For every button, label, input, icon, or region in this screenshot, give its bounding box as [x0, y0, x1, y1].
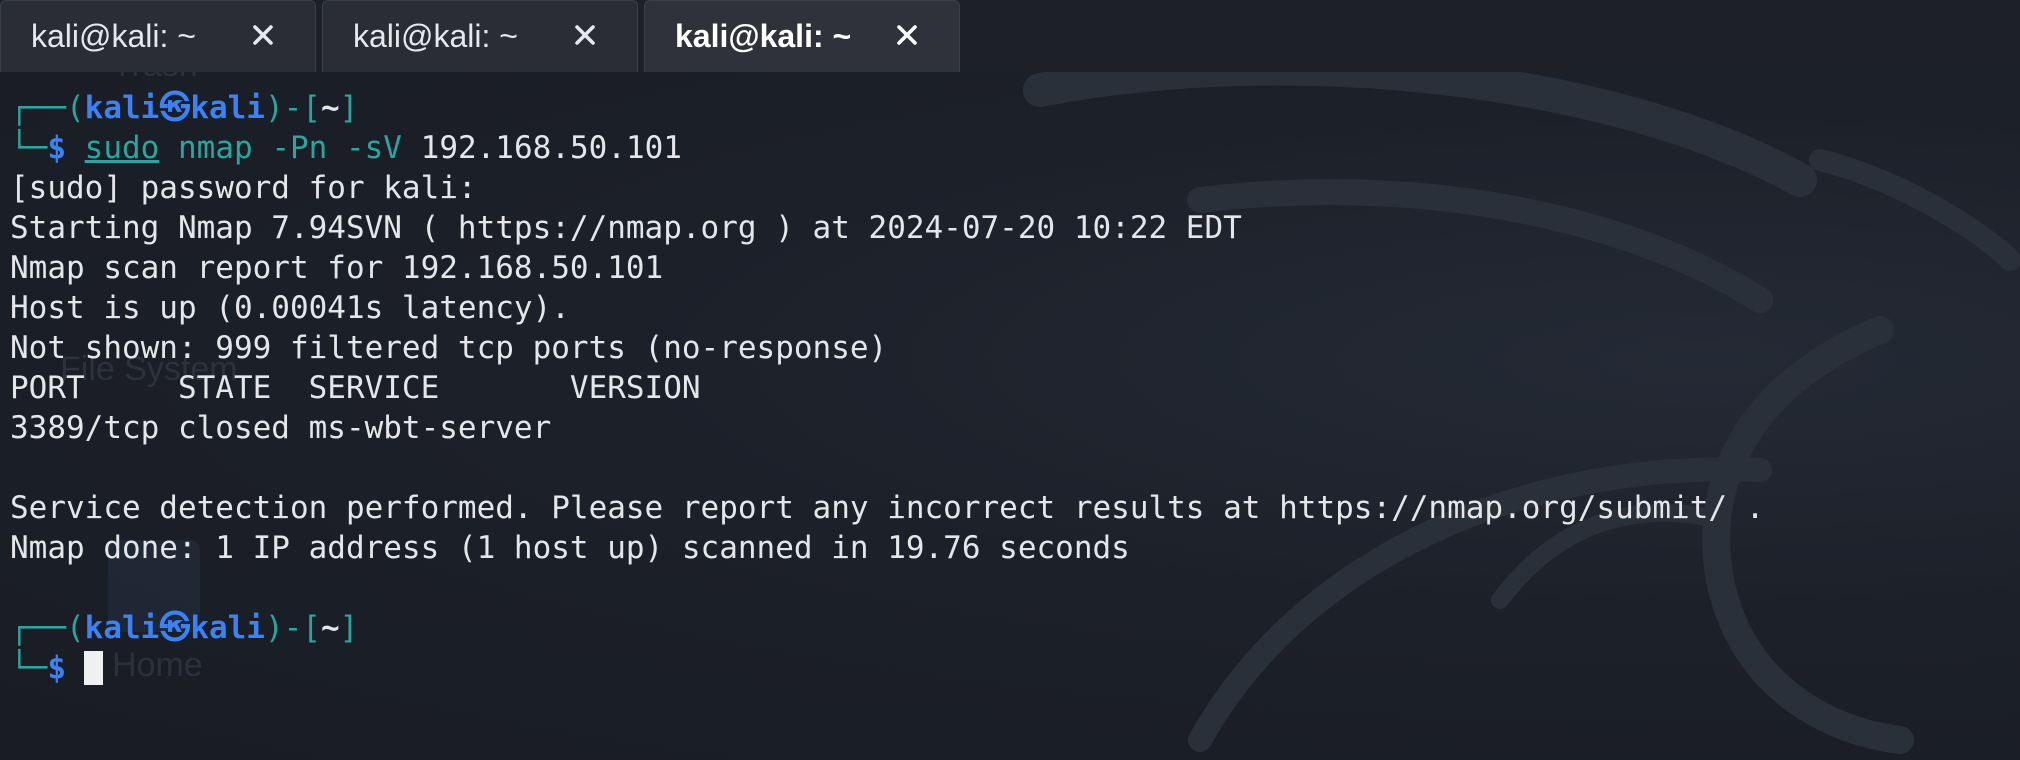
kali-skull-icon: ㉿ [159, 610, 191, 646]
prompt-symbol: $ [47, 130, 66, 166]
output-line: Starting Nmap 7.94SVN ( https://nmap.org… [10, 210, 1242, 246]
prompt-user: kali [84, 90, 160, 126]
prompt-host: kali [190, 90, 265, 126]
terminal-output-area[interactable]: ┌──(kali㉿kali)-[~] └─$ sudo nmap -Pn -sV… [0, 74, 2020, 760]
tab-label: kali@kali: ~ [353, 18, 518, 54]
terminal-window: Trash File System Home kali@kali: ~ kali… [0, 0, 2020, 760]
prompt-box-mid: )-[ [264, 610, 321, 646]
close-icon[interactable] [889, 17, 925, 53]
command-target: 192.168.50.101 [420, 130, 682, 166]
prompt-line-1: ┌──(kali㉿kali)-[~] [10, 88, 2020, 128]
prompt-box-close: ] [339, 90, 359, 126]
terminal-tab-2[interactable]: kali@kali: ~ [322, 0, 638, 72]
close-icon[interactable] [567, 17, 603, 53]
output-line: PORT STATE SERVICE VERSION [10, 370, 701, 406]
prompt-box-open: ┌──( [10, 610, 85, 646]
terminal-tab-1[interactable]: kali@kali: ~ [0, 0, 316, 72]
terminal-tab-3-active[interactable]: kali@kali: ~ [644, 0, 960, 72]
prompt-box-open: ┌──( [10, 90, 85, 126]
prompt-box-close: ] [339, 610, 359, 646]
prompt-user: kali [84, 610, 160, 646]
input-line[interactable]: └─$ [10, 648, 2020, 688]
prompt-box-mid: )-[ [264, 90, 321, 126]
output-line: Host is up (0.00041s latency). [10, 290, 570, 326]
command-args: -Pn -sV [271, 130, 402, 166]
command-program: nmap [178, 130, 253, 166]
prompt-box-corner: └─ [10, 130, 48, 166]
kali-skull-icon: ㉿ [159, 90, 191, 126]
tab-label: kali@kali: ~ [31, 18, 196, 54]
output-line: Nmap done: 1 IP address (1 host up) scan… [10, 530, 1130, 566]
prompt-line-2: ┌──(kali㉿kali)-[~] [10, 608, 2020, 648]
output-line: Not shown: 999 filtered tcp ports (no-re… [10, 330, 888, 366]
command-line: └─$ sudo nmap -Pn -sV 192.168.50.101 [10, 128, 2020, 168]
text-cursor [84, 651, 103, 685]
close-icon[interactable] [245, 17, 281, 53]
prompt-directory: ~ [320, 610, 340, 646]
output-line: Service detection performed. Please repo… [10, 490, 1765, 526]
output-line: Nmap scan report for 192.168.50.101 [10, 250, 664, 286]
tab-bar: kali@kali: ~ kali@kali: ~ kali@kali: ~ [0, 0, 2020, 72]
prompt-box-corner: └─ [10, 650, 48, 686]
prompt-symbol: $ [47, 650, 66, 686]
output-line: 3389/tcp closed ms-wbt-server [10, 410, 552, 446]
tab-label: kali@kali: ~ [675, 18, 852, 54]
output-line-blank [10, 448, 2020, 488]
prompt-directory: ~ [320, 90, 340, 126]
command-sudo: sudo [84, 130, 160, 166]
prompt-host: kali [190, 610, 265, 646]
output-line: [sudo] password for kali: [10, 170, 477, 206]
